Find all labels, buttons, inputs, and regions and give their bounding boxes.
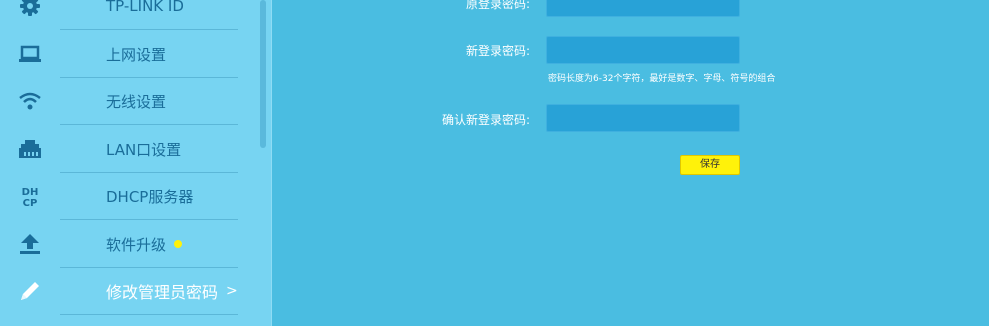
sidebar: TP-LINK ID 上网设置 无线设置 LAN口设置 DH CP DHCP服务… (0, 0, 272, 326)
dhcp-icon: DH CP (0, 173, 60, 220)
sidebar-item-tp-link-id[interactable]: TP-LINK ID (20, 0, 238, 30)
svg-text:CP: CP (23, 198, 38, 207)
upload-icon (0, 221, 60, 268)
sidebar-item-label: TP-LINK ID (106, 0, 184, 15)
sidebar-item-label: 上网设置 (106, 45, 167, 64)
sidebar-item-dhcp-server[interactable]: DH CP DHCP服务器 (22, 173, 238, 220)
old-password-input[interactable] (546, 0, 740, 17)
update-badge-dot (174, 240, 183, 248)
sidebar-item-label: LAN口设置 (106, 140, 182, 159)
save-button[interactable]: 保存 (680, 155, 740, 175)
sidebar-item-label: 无线设置 (106, 92, 167, 111)
sidebar-item-label: 修改管理员密码 (106, 283, 219, 302)
lan-port-icon (0, 126, 60, 173)
sidebar-item-change-admin-password[interactable]: 修改管理员密码 > (21, 268, 238, 315)
new-password-label: 新登录密码: (465, 44, 530, 58)
sidebar-item-label: 软件升级 (106, 235, 167, 254)
sidebar-item-firmware-upgrade[interactable]: 软件升级 (20, 221, 238, 268)
sidebar-item-lan-settings[interactable]: LAN口设置 (19, 126, 238, 173)
sidebar-item-wireless-settings[interactable]: 无线设置 (19, 78, 238, 125)
sidebar-item-label: DHCP服务器 (106, 187, 194, 206)
laptop-icon (0, 31, 60, 78)
pencil-icon (0, 268, 60, 315)
chevron-right-icon: > (226, 283, 238, 299)
new-password-input[interactable] (546, 36, 740, 64)
sidebar-scrollbar[interactable] (260, 0, 266, 148)
svg-text:DH: DH (22, 187, 39, 198)
password-hint: 密码长度为6-32个字符，最好是数字、字母、符号的组合 (548, 74, 776, 84)
confirm-password-label: 确认新登录密码: (441, 113, 530, 127)
confirm-password-input[interactable] (546, 104, 740, 132)
wifi-icon (0, 78, 60, 125)
old-password-label: 原登录密码: (465, 0, 530, 11)
sidebar-item-internet-settings[interactable]: 上网设置 (19, 31, 238, 78)
gear-icon (0, 0, 60, 30)
